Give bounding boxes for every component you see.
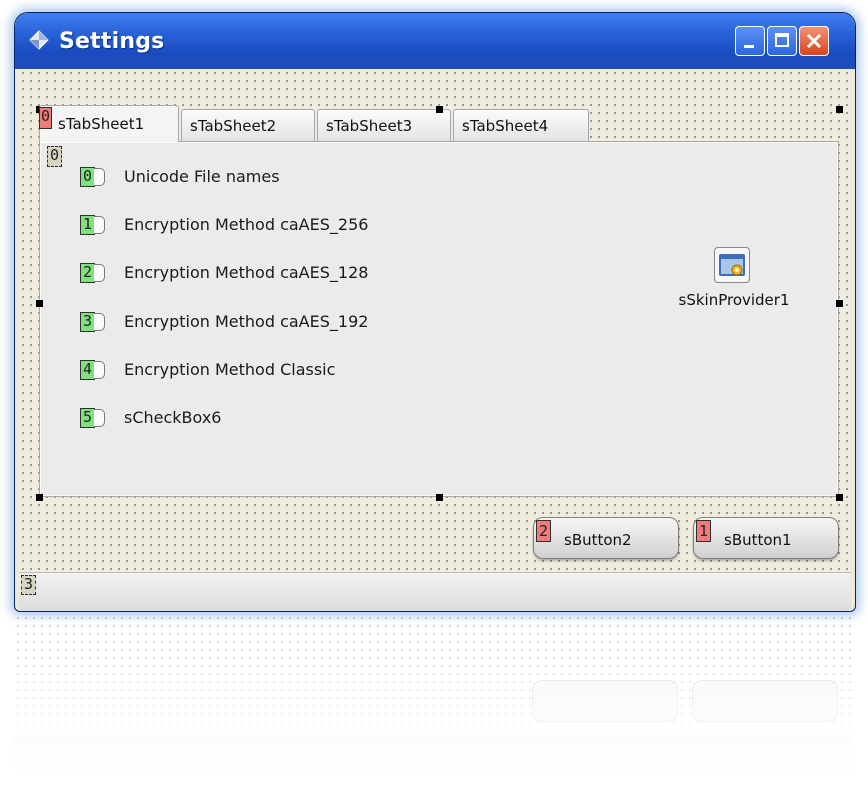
selection-handle[interactable]	[36, 494, 43, 501]
tab-order-badge: 0	[80, 167, 95, 187]
selection-handle[interactable]	[436, 106, 443, 113]
sbutton1[interactable]: 1 sButton1	[693, 517, 839, 559]
tab-order-badge: 1	[696, 520, 711, 542]
status-bar: 3	[19, 572, 851, 611]
close-button[interactable]	[799, 26, 829, 56]
maximize-button[interactable]	[767, 26, 797, 56]
close-icon	[806, 33, 822, 49]
page-control-tab-order-badge: 0	[39, 107, 52, 129]
skin-provider-label: sSkinProvider1	[678, 291, 790, 309]
checkbox-label: Encryption Method caAES_192	[124, 312, 369, 331]
tab-order-badge: 4	[80, 360, 95, 380]
sbutton2[interactable]: 2 sButton2	[533, 517, 679, 559]
status-bar-tab-order-badge: 3	[21, 575, 36, 595]
button-label: sButton2	[564, 531, 632, 549]
minimize-button[interactable]	[735, 26, 765, 56]
checkbox-box[interactable]	[94, 313, 105, 331]
button-label: sButton1	[724, 531, 792, 549]
checkbox-box[interactable]	[94, 264, 105, 282]
reflection-status-bar	[14, 736, 854, 774]
tab-order-badge: 5	[80, 408, 95, 428]
checkbox-box[interactable]	[94, 409, 105, 427]
reflection-sbutton1	[692, 680, 838, 722]
tab-label: sTabSheet2	[190, 117, 277, 135]
checkbox-label: Encryption Method caAES_128	[124, 263, 369, 282]
minimize-icon	[744, 45, 754, 48]
maximize-icon	[775, 33, 789, 47]
checkbox-label: sCheckBox6	[124, 408, 222, 427]
tab-stabsheet4[interactable]: sTabSheet4	[453, 109, 589, 141]
reflection-sbutton2	[532, 680, 678, 722]
selection-handle[interactable]	[836, 494, 843, 501]
tab-stabsheet2[interactable]: sTabSheet2	[181, 109, 315, 141]
tab-panel-tab-order-badge: 0	[47, 146, 62, 167]
tab-order-badge: 2	[80, 263, 95, 283]
selection-handle[interactable]	[836, 106, 843, 113]
skin-provider-glyph	[719, 254, 745, 276]
checkbox-label: Encryption Method Classic	[124, 360, 336, 379]
tab-order-badge: 1	[80, 215, 95, 235]
reflection-content	[14, 614, 854, 774]
selection-handle[interactable]	[36, 300, 43, 307]
tab-order-badge: 2	[536, 520, 551, 542]
skin-provider-icon	[714, 247, 750, 283]
checkbox-label: Encryption Method caAES_256	[124, 215, 369, 234]
selection-handle[interactable]	[836, 300, 843, 307]
window-title: Settings	[59, 29, 165, 54]
tab-order-badge: 3	[80, 312, 95, 332]
skin-provider-component[interactable]: sSkinProvider1	[659, 247, 809, 347]
tab-label: sTabSheet1	[58, 115, 145, 133]
tab-label: sTabSheet3	[326, 117, 413, 135]
tab-stabsheet3[interactable]: sTabSheet3	[317, 109, 451, 141]
selection-handle[interactable]	[436, 494, 443, 501]
checkbox-label: Unicode File names	[124, 167, 280, 186]
checkbox-box[interactable]	[94, 216, 105, 234]
tab-stabsheet1[interactable]: sTabSheet1	[39, 105, 179, 142]
app-icon	[29, 30, 49, 50]
window-reflection	[14, 614, 854, 774]
checkbox-box[interactable]	[94, 361, 105, 379]
settings-window: Settings sTabSheet1 0 sTabSheet2 sTabShe…	[14, 12, 856, 612]
title-bar[interactable]: Settings	[15, 13, 855, 69]
tab-label: sTabSheet4	[462, 117, 549, 135]
form-designer-surface: sTabSheet1 0 sTabSheet2 sTabSheet3 sTabS…	[19, 69, 851, 611]
checkbox-box[interactable]	[94, 168, 105, 186]
